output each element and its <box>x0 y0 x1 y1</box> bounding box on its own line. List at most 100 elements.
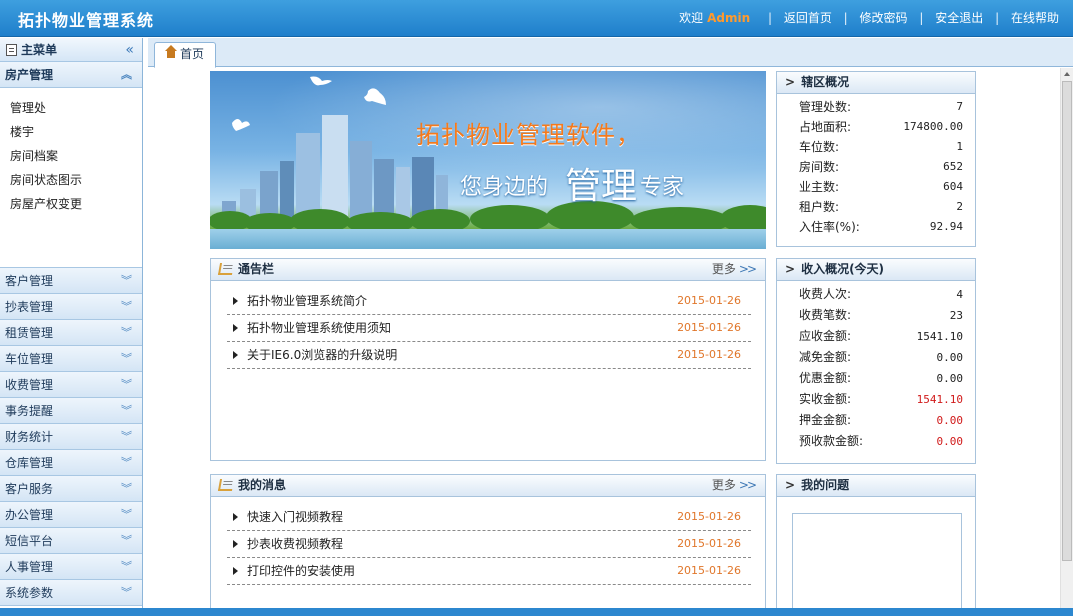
district-title: 辖区概况 <box>801 75 850 89</box>
chevron-down-icon: ︾ <box>121 274 132 287</box>
home-link[interactable]: 返回首页 <box>784 11 832 25</box>
stat-row: 应收金额: 1541.10 <box>799 326 963 347</box>
chevron-down-icon: ︾ <box>121 326 132 339</box>
more-label: 更多 <box>711 262 736 276</box>
username: Admin <box>707 11 751 25</box>
list-item-title: 拓扑物业管理系统使用须知 <box>247 321 392 335</box>
stat-label: 优惠金额: <box>799 371 852 385</box>
list-item-date: 2015-01-26 <box>677 294 741 307</box>
chevron-down-icon: ︾ <box>121 534 132 547</box>
double-chevron-right-icon: >> <box>738 262 757 276</box>
stat-value: 0.00 <box>936 414 964 427</box>
list-item[interactable]: 打印控件的安装使用 2015-01-26 <box>227 558 751 585</box>
chevron-down-icon: ︾ <box>121 352 132 365</box>
notepad-icon <box>217 479 235 491</box>
help-link[interactable]: 在线帮助 <box>1011 11 1059 25</box>
bullet-triangle-icon <box>233 540 238 548</box>
sidebar-group-item[interactable]: 租赁管理 ︾ <box>0 320 142 346</box>
scrollbar-thumb[interactable] <box>1062 81 1072 561</box>
problems-textarea[interactable] <box>792 513 962 613</box>
district-stats: 管理处数: 7 占地面积: 174800.00 车位数: 1 房间数: 652 业主数: 604 租… <box>777 94 975 237</box>
list-item[interactable]: 拓扑物业管理系统简介 2015-01-26 <box>227 288 751 315</box>
notice-panel: 通告栏 更多 >> 拓扑物业管理系统简介 2015-01-26 拓扑物业管理系统使用须… <box>210 258 766 461</box>
sidebar-group-label: 财务统计 <box>5 430 54 444</box>
logout-link[interactable]: 安全退出 <box>935 11 983 25</box>
sidebar-group-item[interactable]: 收费管理 ︾ <box>0 372 142 398</box>
banner-slogan-big: 管理 <box>565 166 638 207</box>
stat-value: 604 <box>943 180 963 193</box>
sidebar-group-item[interactable]: 客户管理 ︾ <box>0 268 142 294</box>
banner-slogan-post: 专家 <box>640 175 685 200</box>
income-title: 收入概况(今天) <box>801 262 885 276</box>
list-item-title: 打印控件的安装使用 <box>247 564 356 578</box>
list-item[interactable]: 快速入门视频教程 2015-01-26 <box>227 504 751 531</box>
stat-row: 业主数: 604 <box>799 177 963 197</box>
sidebar-item-ownership-change[interactable]: 房屋产权变更 <box>0 192 142 216</box>
collapse-sidebar-icon[interactable]: « <box>125 38 134 62</box>
sidebar-item-management-office[interactable]: 管理处 <box>0 96 142 120</box>
stat-label: 入住率(%): <box>799 220 860 234</box>
top-header-bar: 拓扑物业管理系统 欢迎 Admin | 返回首页 | 修改密码 | 安全退出 | … <box>0 0 1073 37</box>
welcome-text: 欢迎 <box>679 11 704 25</box>
list-item[interactable]: 抄表收费视频教程 2015-01-26 <box>227 531 751 558</box>
stat-label: 预收款金额: <box>799 434 864 448</box>
stat-row: 减免金额: 0.00 <box>799 347 963 368</box>
sidebar-item-building[interactable]: 楼宇 <box>0 120 142 144</box>
stat-value: 652 <box>943 160 963 173</box>
sidebar-group-label: 事务提醒 <box>5 404 54 418</box>
main-area: 首页 拓扑物业管理软件， 您身边的 管理 专家 通告栏 更多 >> 拓扑物业管理… <box>148 38 1073 614</box>
vertical-scrollbar[interactable] <box>1060 68 1073 608</box>
scroll-up-icon[interactable] <box>1064 72 1070 76</box>
stat-label: 房间数: <box>799 160 840 174</box>
sidebar-group-item[interactable]: 事务提醒 ︾ <box>0 398 142 424</box>
sidebar-group-item[interactable]: 财务统计 ︾ <box>0 424 142 450</box>
chevron-right-icon: > <box>785 478 796 492</box>
divider: | <box>995 11 1000 25</box>
tab-home[interactable]: 首页 <box>154 42 216 68</box>
list-item-date: 2015-01-26 <box>677 537 741 550</box>
sidebar-header: 主菜单 « <box>0 38 142 62</box>
district-panel-header: > 辖区概况 <box>777 72 975 94</box>
dove-icon <box>232 76 386 131</box>
sidebar-group-item[interactable]: 车位管理 ︾ <box>0 346 142 372</box>
messages-panel-header: 我的消息 更多 >> <box>211 475 765 497</box>
list-item-date: 2015-01-26 <box>677 348 741 361</box>
stat-value: 1541.10 <box>916 330 963 343</box>
chevron-down-icon: ︾ <box>121 586 132 599</box>
chevron-down-icon: ︾ <box>121 508 132 521</box>
sidebar-group-item[interactable]: 办公管理 ︾ <box>0 502 142 528</box>
chevron-down-icon: ︾ <box>121 430 132 443</box>
tab-label: 首页 <box>180 47 205 61</box>
sidebar-item-room-status[interactable]: 房间状态图示 <box>0 168 142 192</box>
sidebar-group-item[interactable]: 抄表管理 ︾ <box>0 294 142 320</box>
stat-row: 租户数: 2 <box>799 197 963 217</box>
sidebar-item-room-records[interactable]: 房间档案 <box>0 144 142 168</box>
stat-row: 管理处数: 7 <box>799 97 963 117</box>
income-stats: 收费人次: 4 收费笔数: 23 应收金额: 1541.10 减免金额: 0.00 优惠金额: 0… <box>777 281 975 452</box>
tab-bar: 首页 <box>148 38 1073 68</box>
bullet-triangle-icon <box>233 351 238 359</box>
chevron-down-icon: ︾ <box>121 378 132 391</box>
list-item-title: 抄表收费视频教程 <box>247 537 344 551</box>
sidebar-group-item[interactable]: 短信平台 ︾ <box>0 528 142 554</box>
list-item-title: 关于IE6.0浏览器的升级说明 <box>247 348 398 362</box>
sidebar-group-item[interactable]: 仓库管理 ︾ <box>0 450 142 476</box>
notice-more-link[interactable]: 更多 >> <box>711 259 757 280</box>
sidebar-group-item[interactable]: 人事管理 ︾ <box>0 554 142 580</box>
chevron-down-icon: ︾ <box>121 456 132 469</box>
change-password-link[interactable]: 修改密码 <box>860 11 908 25</box>
sidebar-group-item[interactable]: 系统参数 ︾ <box>0 580 142 606</box>
sidebar-group-label: 收费管理 <box>5 378 54 392</box>
list-item[interactable]: 关于IE6.0浏览器的升级说明 2015-01-26 <box>227 342 751 369</box>
notice-panel-header: 通告栏 更多 >> <box>211 259 765 281</box>
stat-label: 管理处数: <box>799 100 852 114</box>
messages-more-link[interactable]: 更多 >> <box>712 475 757 496</box>
stat-row: 收费人次: 4 <box>799 284 963 305</box>
list-item[interactable]: 拓扑物业管理系统使用须知 2015-01-26 <box>227 315 751 342</box>
stat-label: 减免金额: <box>799 350 852 364</box>
sidebar-group-property[interactable]: 房产管理 ︽ <box>0 62 142 88</box>
sidebar-group-item[interactable]: 客户服务 ︾ <box>0 476 142 502</box>
stat-row: 优惠金额: 0.00 <box>799 368 963 389</box>
list-item-title: 快速入门视频教程 <box>247 510 344 524</box>
stat-row: 押金金额: 0.00 <box>799 410 963 431</box>
